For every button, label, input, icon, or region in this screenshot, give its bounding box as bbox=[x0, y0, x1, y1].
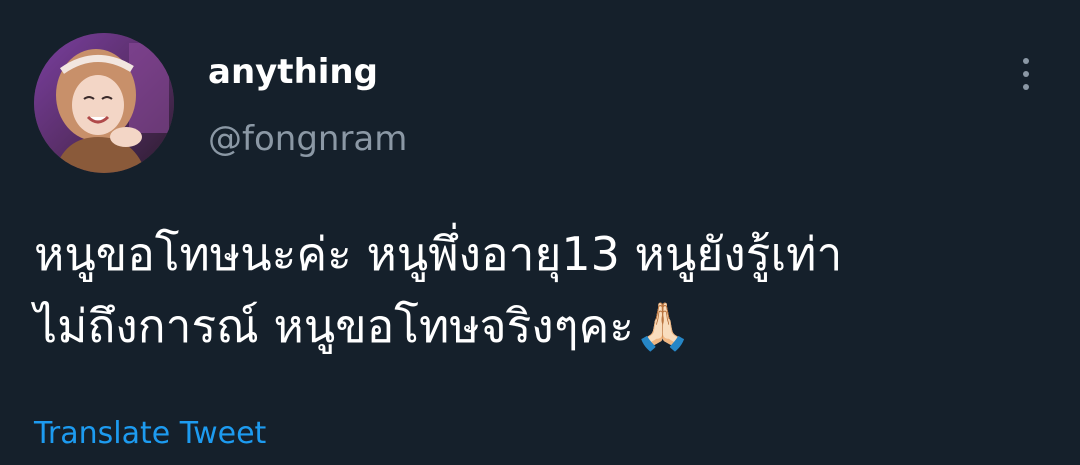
tweet: anything @fongnram หนูขอโทษนะค่ะ หนูพึ่ง… bbox=[0, 0, 1080, 465]
translate-tweet-link[interactable]: Translate Tweet bbox=[34, 414, 266, 454]
more-options-button[interactable] bbox=[1006, 52, 1046, 96]
avatar-image bbox=[34, 33, 174, 173]
user-handle[interactable]: @fongnram bbox=[208, 118, 407, 160]
avatar[interactable] bbox=[34, 33, 174, 173]
more-vertical-icon bbox=[1023, 58, 1029, 64]
tweet-text: หนูขอโทษนะค่ะ หนูพึ่งอายุ13 หนูยังรู้เท่… bbox=[34, 227, 843, 353]
display-name[interactable]: anything bbox=[208, 52, 378, 92]
